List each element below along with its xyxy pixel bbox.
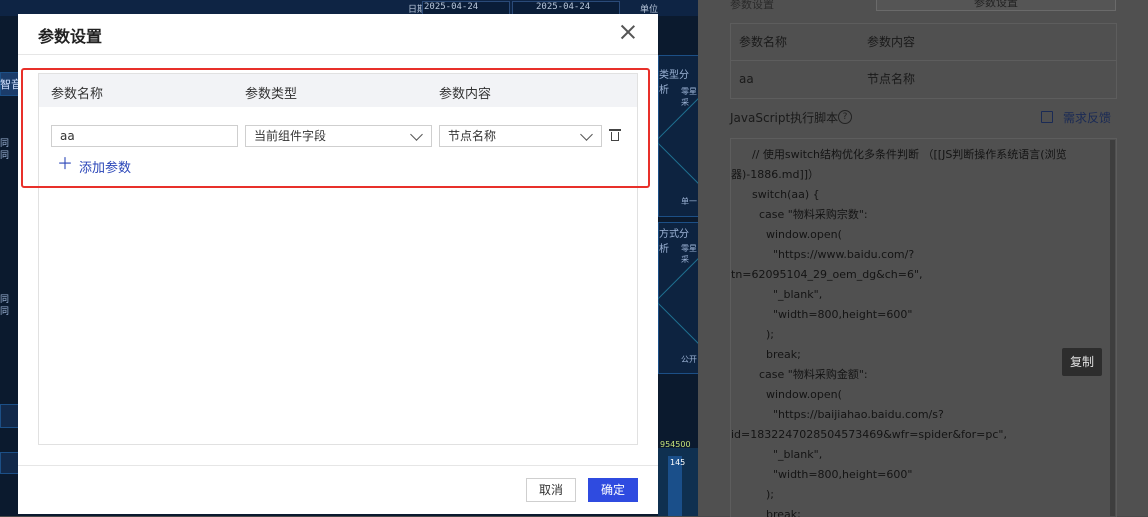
question-circle-icon[interactable]: ? bbox=[838, 110, 852, 124]
code-line: window.open( bbox=[731, 388, 842, 401]
bar-value-1: 954500 bbox=[660, 440, 691, 449]
code-line: case "物料采购宗数": bbox=[731, 208, 868, 221]
param-settings-dialog: 参数设置 参数名称 参数类型 参数内容 aa 当前组件字段 节点名称 ＋ 添加参… bbox=[18, 14, 658, 514]
code-line: ); bbox=[731, 328, 774, 341]
chart-label-4: 公开 bbox=[681, 355, 697, 364]
code-line: window.open( bbox=[731, 228, 842, 241]
param-table-divider bbox=[731, 60, 1116, 61]
code-line: "_blank", bbox=[731, 288, 823, 301]
code-scrollbar[interactable] bbox=[1110, 140, 1115, 516]
code-line: switch(aa) { bbox=[731, 188, 820, 201]
side-row-1 bbox=[0, 404, 20, 428]
edit-icon[interactable] bbox=[1041, 111, 1053, 123]
code-line: id=1832247028504573469&wfr=spider&for=pc… bbox=[731, 428, 1007, 441]
param-settings-button[interactable]: 参数设置 bbox=[876, 0, 1116, 11]
right-config-panel: 参数设置 参数设置 参数名称 参数内容 aa 节点名称 JavaScript执行… bbox=[698, 0, 1148, 517]
code-line: "_blank", bbox=[731, 448, 823, 461]
param-table: 参数名称 参数内容 aa 节点名称 bbox=[730, 23, 1117, 99]
code-line: break; bbox=[731, 508, 801, 517]
param-table-cell-content: 节点名称 bbox=[867, 72, 916, 86]
code-line: case "物料采购金额": bbox=[731, 368, 868, 381]
dialog-title: 参数设置 bbox=[38, 27, 103, 46]
code-line: "https://baijiahao.baidu.com/s? bbox=[731, 408, 944, 421]
js-script-title: JavaScript执行脚本 bbox=[730, 111, 839, 125]
chart-label-3: 单一 bbox=[681, 197, 697, 206]
code-line: 器)-1886.md]]） bbox=[731, 168, 820, 181]
cancel-button[interactable]: 取消 bbox=[526, 478, 576, 502]
js-code-editor[interactable]: // 使用switch结构优化多条件判断 （[[JS判断操作系统语言(浏览 器)… bbox=[730, 138, 1117, 517]
code-line: break; bbox=[731, 348, 801, 361]
highlight-box bbox=[21, 68, 650, 188]
code-line: // 使用switch结构优化多条件判断 （[[JS判断操作系统语言(浏览 bbox=[731, 148, 1067, 161]
right-top-label: 参数设置 bbox=[730, 0, 774, 11]
code-line: "width=800,height=600" bbox=[731, 308, 913, 321]
date-start: 2025-04-24 bbox=[424, 2, 479, 12]
date-end: 2025-04-24 bbox=[536, 2, 591, 12]
feedback-link[interactable]: 需求反馈 bbox=[1063, 109, 1111, 126]
close-icon[interactable] bbox=[620, 24, 636, 40]
code-line: "width=800,height=600" bbox=[731, 468, 913, 481]
dialog-footer-divider bbox=[18, 465, 658, 466]
param-table-header-name: 参数名称 bbox=[739, 35, 788, 49]
bar-value-2: 145 bbox=[670, 458, 686, 467]
dialog-header-divider bbox=[18, 54, 658, 55]
param-table-cell-name: aa bbox=[739, 72, 754, 86]
ok-button[interactable]: 确定 bbox=[588, 478, 638, 502]
code-line: ); bbox=[731, 488, 774, 501]
code-line: tn=62095104_29_oem_dg&ch=6", bbox=[731, 268, 923, 281]
param-table-header-content: 参数内容 bbox=[867, 35, 916, 49]
chart-label-5: 零星采 bbox=[681, 87, 697, 107]
code-line: "https://www.baidu.com/? bbox=[731, 248, 915, 261]
copy-button[interactable]: 复制 bbox=[1062, 348, 1102, 376]
side-row-2 bbox=[0, 452, 20, 474]
chart-label-6: 零星采 bbox=[681, 244, 697, 264]
